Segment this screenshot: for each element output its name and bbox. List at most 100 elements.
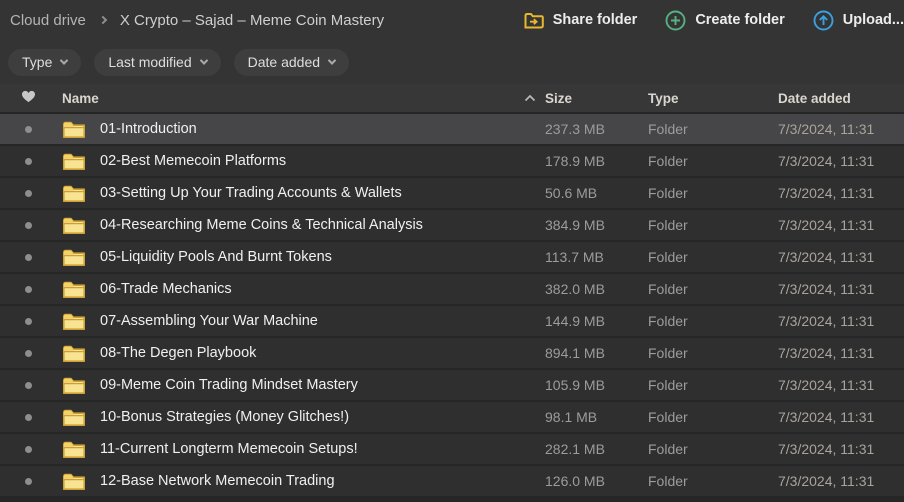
share-folder-icon	[523, 12, 544, 29]
file-type: Folder	[648, 473, 778, 489]
file-rows: 01-Introduction 237.3 MB Folder 7/3/2024…	[0, 114, 904, 496]
table-row[interactable]: 04-Researching Meme Coins & Technical An…	[0, 210, 904, 240]
plus-circle-icon	[665, 10, 686, 31]
folder-name: 11-Current Longterm Memecoin Setups!	[94, 441, 515, 457]
date-added: 7/3/2024, 11:31	[778, 185, 904, 201]
folder-icon	[56, 408, 94, 427]
file-type: Folder	[648, 281, 778, 297]
last-modified-filter-label: Last modified	[108, 54, 191, 70]
file-type: Folder	[648, 441, 778, 457]
file-type: Folder	[648, 249, 778, 265]
create-folder-label: Create folder	[695, 12, 784, 28]
upload-label: Upload...	[843, 12, 904, 28]
breadcrumb: Cloud drive X Crypto – Sajad – Meme Coin…	[10, 12, 384, 29]
share-folder-button[interactable]: Share folder	[523, 12, 638, 29]
date-added: 7/3/2024, 11:31	[778, 281, 904, 297]
name-column-header[interactable]: Name	[56, 91, 515, 106]
file-size: 384.9 MB	[545, 217, 648, 233]
table-row[interactable]: 08-The Degen Playbook 894.1 MB Folder 7/…	[0, 338, 904, 368]
chevron-down-icon	[60, 56, 68, 64]
favorite-dot[interactable]	[25, 478, 32, 485]
table-row[interactable]: 05-Liquidity Pools And Burnt Tokens 113.…	[0, 242, 904, 272]
file-type: Folder	[648, 185, 778, 201]
table-row[interactable]: 03-Setting Up Your Trading Accounts & Wa…	[0, 178, 904, 208]
table-row[interactable]: 02-Best Memecoin Platforms 178.9 MB Fold…	[0, 146, 904, 176]
folder-icon	[56, 344, 94, 363]
toolbar-actions: Share folder Create folder Upload...	[523, 10, 904, 31]
file-size: 144.9 MB	[545, 313, 648, 329]
favorite-dot[interactable]	[25, 126, 32, 133]
date-added: 7/3/2024, 11:31	[778, 377, 904, 393]
file-type: Folder	[648, 409, 778, 425]
folder-name: 02-Best Memecoin Platforms	[94, 153, 515, 169]
type-filter-label: Type	[22, 54, 52, 70]
upload-button[interactable]: Upload...	[813, 10, 904, 31]
file-type: Folder	[648, 121, 778, 137]
file-size: 105.9 MB	[545, 377, 648, 393]
folder-icon	[56, 440, 94, 459]
file-type: Folder	[648, 153, 778, 169]
type-column-header[interactable]: Type	[648, 91, 778, 106]
table-row[interactable]: 10-Bonus Strategies (Money Glitches!) 98…	[0, 402, 904, 432]
folder-name: 09-Meme Coin Trading Mindset Mastery	[94, 377, 515, 393]
favorite-dot[interactable]	[25, 318, 32, 325]
last-modified-filter-button[interactable]: Last modified	[94, 49, 220, 76]
breadcrumb-item-cloud-drive[interactable]: Cloud drive	[10, 12, 86, 29]
date-added-column-header[interactable]: Date added	[778, 91, 904, 106]
favorite-dot[interactable]	[25, 350, 32, 357]
folder-name: 12-Base Network Memecoin Trading	[94, 473, 515, 489]
folder-name: 01-Introduction	[94, 121, 515, 137]
folder-name: 04-Researching Meme Coins & Technical An…	[94, 217, 515, 233]
folder-icon	[56, 248, 94, 267]
table-row[interactable]: 09-Meme Coin Trading Mindset Mastery 105…	[0, 370, 904, 400]
folder-icon	[56, 376, 94, 395]
heart-icon	[21, 90, 36, 106]
file-size: 113.7 MB	[545, 249, 648, 265]
date-added-filter-label: Date added	[248, 54, 320, 70]
table-row[interactable]: 12-Base Network Memecoin Trading 126.0 M…	[0, 466, 904, 496]
table-row[interactable]: 11-Current Longterm Memecoin Setups! 282…	[0, 434, 904, 464]
favorite-dot[interactable]	[25, 158, 32, 165]
upload-circle-icon	[813, 10, 834, 31]
create-folder-button[interactable]: Create folder	[665, 10, 784, 31]
file-size: 382.0 MB	[545, 281, 648, 297]
file-size: 237.3 MB	[545, 121, 648, 137]
filter-bar: Type Last modified Date added	[0, 40, 904, 84]
file-size: 282.1 MB	[545, 441, 648, 457]
date-added: 7/3/2024, 11:31	[778, 249, 904, 265]
favorite-dot[interactable]	[25, 414, 32, 421]
file-size: 126.0 MB	[545, 473, 648, 489]
table-row[interactable]: 07-Assembling Your War Machine 144.9 MB …	[0, 306, 904, 336]
file-size: 894.1 MB	[545, 345, 648, 361]
favorite-dot[interactable]	[25, 382, 32, 389]
date-added: 7/3/2024, 11:31	[778, 153, 904, 169]
table-row[interactable]: 01-Introduction 237.3 MB Folder 7/3/2024…	[0, 114, 904, 144]
date-added: 7/3/2024, 11:31	[778, 441, 904, 457]
folder-icon	[56, 312, 94, 331]
date-added-filter-button[interactable]: Date added	[234, 49, 349, 76]
folder-name: 08-The Degen Playbook	[94, 345, 515, 361]
date-added: 7/3/2024, 11:31	[778, 345, 904, 361]
share-folder-label: Share folder	[553, 12, 638, 28]
file-table: Name Size Type Date added 01-Introductio…	[0, 84, 904, 502]
favorite-dot[interactable]	[25, 254, 32, 261]
folder-name: 03-Setting Up Your Trading Accounts & Wa…	[94, 185, 515, 201]
file-type: Folder	[648, 377, 778, 393]
date-added: 7/3/2024, 11:31	[778, 217, 904, 233]
folder-name: 05-Liquidity Pools And Burnt Tokens	[94, 249, 515, 265]
favorite-dot[interactable]	[25, 446, 32, 453]
favorite-dot[interactable]	[25, 286, 32, 293]
chevron-down-icon	[328, 56, 336, 64]
favorite-column-header[interactable]	[0, 90, 56, 106]
size-column-header[interactable]: Size	[545, 91, 648, 106]
folder-icon	[56, 152, 94, 171]
table-header: Name Size Type Date added	[0, 84, 904, 112]
type-filter-button[interactable]: Type	[8, 49, 81, 76]
table-row[interactable]: 06-Trade Mechanics 382.0 MB Folder 7/3/2…	[0, 274, 904, 304]
folder-name: 07-Assembling Your War Machine	[94, 313, 515, 329]
favorite-dot[interactable]	[25, 190, 32, 197]
chevron-right-icon	[99, 16, 107, 24]
folder-icon	[56, 280, 94, 299]
date-added: 7/3/2024, 11:31	[778, 313, 904, 329]
favorite-dot[interactable]	[25, 222, 32, 229]
